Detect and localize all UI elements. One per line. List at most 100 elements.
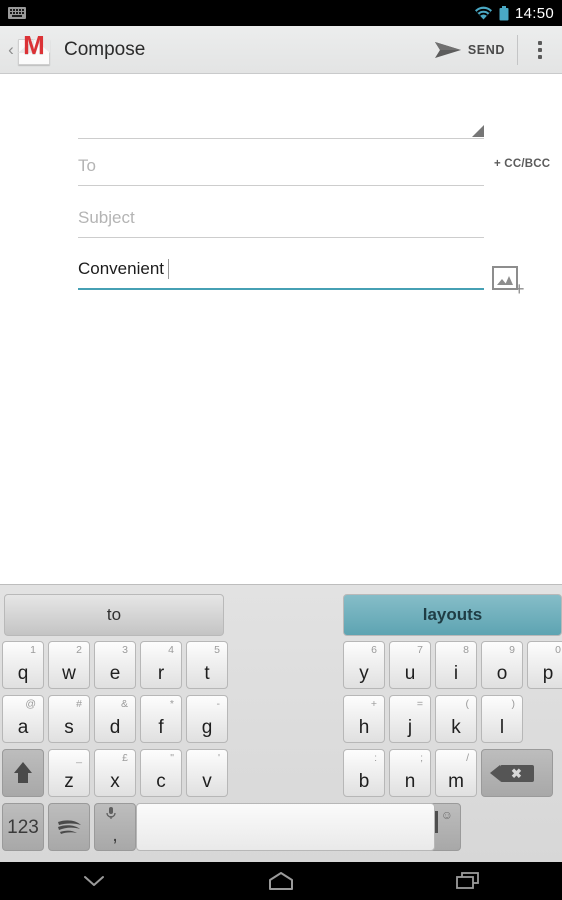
send-label: SEND	[467, 42, 505, 57]
key-label: i	[453, 663, 459, 684]
subject-input[interactable]: Subject	[78, 198, 484, 238]
key-o[interactable]: 9 o	[481, 641, 523, 689]
key-sup: /	[466, 752, 469, 764]
key-t[interactable]: 5 t	[186, 641, 228, 689]
overflow-dot	[538, 47, 542, 52]
key-j[interactable]: = j	[389, 695, 431, 743]
from-account-row[interactable]	[78, 111, 484, 139]
key-label: c	[156, 771, 166, 792]
key-s[interactable]: # s	[48, 695, 90, 743]
to-input[interactable]: To	[78, 146, 484, 186]
key-c[interactable]: " c	[140, 749, 182, 797]
key-sup: "	[170, 752, 174, 764]
status-bar-right: 14:50	[474, 5, 554, 22]
key-w[interactable]: 2 w	[48, 641, 90, 689]
key-label: d	[109, 717, 121, 738]
on-screen-keyboard: to 1 q 2 w 3 e 4 r 5 t @ a # s & d * f -…	[0, 584, 562, 862]
to-field-row: To	[78, 146, 484, 186]
key-p[interactable]: 0 p	[527, 641, 562, 689]
key-d[interactable]: & d	[94, 695, 136, 743]
key-z[interactable]: _ z	[48, 749, 90, 797]
key-label: s	[64, 717, 74, 738]
key-label: u	[404, 663, 416, 684]
send-button[interactable]: SEND	[423, 26, 517, 73]
comma-key[interactable]: ,	[94, 803, 136, 851]
body-input[interactable]: Convenient	[78, 250, 484, 290]
key-label: y	[359, 663, 369, 684]
key-sup: &	[120, 698, 128, 710]
key-m[interactable]: / m	[435, 749, 477, 797]
keyboard-row-asdfg: @ a # s & d * f - g	[2, 695, 228, 743]
key-sup: *	[169, 698, 174, 710]
key-h[interactable]: + h	[343, 695, 385, 743]
gmail-envelope-icon[interactable]: M	[16, 29, 52, 67]
key-sup: =	[416, 698, 423, 710]
overflow-dot	[538, 54, 542, 59]
key-e[interactable]: 3 e	[94, 641, 136, 689]
key-sup: ;	[420, 752, 423, 764]
recents-icon[interactable]	[433, 862, 503, 900]
key-label: p	[542, 663, 554, 684]
keyboard-row-bottom-left: 123 ,	[2, 803, 136, 851]
overflow-menu-icon[interactable]	[518, 26, 562, 73]
backspace-key[interactable]: ✖	[481, 749, 553, 797]
key-label: ,	[112, 825, 118, 846]
suggestion-right[interactable]: layouts	[343, 594, 562, 636]
key-n[interactable]: ; n	[389, 749, 431, 797]
key-label: t	[204, 663, 210, 684]
navigation-bar	[0, 862, 562, 900]
key-label: q	[17, 663, 29, 684]
swiftkey-flow-icon[interactable]	[48, 803, 90, 851]
key-sup: £	[122, 752, 128, 764]
key-l[interactable]: ) l	[481, 695, 523, 743]
key-k[interactable]: ( k	[435, 695, 477, 743]
home-icon[interactable]	[246, 862, 316, 900]
backspace-tip	[490, 764, 500, 781]
resize-handle-icon[interactable]	[472, 125, 484, 137]
key-q[interactable]: 1 q	[2, 641, 44, 689]
key-f[interactable]: * f	[140, 695, 182, 743]
backspace-icon: ✖	[490, 764, 534, 782]
key-b[interactable]: : b	[343, 749, 385, 797]
emoji-smiley-icon: ☺	[440, 808, 453, 822]
hide-keyboard-icon[interactable]	[59, 862, 129, 900]
space-key[interactable]	[136, 803, 435, 851]
key-v[interactable]: ' v	[186, 749, 228, 797]
backspace-x: ✖	[511, 765, 522, 781]
key-label: o	[496, 663, 508, 684]
key-label: w	[62, 663, 76, 684]
key-u[interactable]: 7 u	[389, 641, 431, 689]
suggestion-left[interactable]: to	[4, 594, 224, 636]
keyboard-row-qwert: 1 q 2 w 3 e 4 r 5 t	[2, 641, 228, 689]
key-sup: -	[216, 698, 221, 710]
key-sup: '	[217, 752, 220, 764]
overflow-dot	[538, 40, 542, 45]
gmail-m-letter: M	[23, 29, 45, 60]
key-label: h	[358, 717, 370, 738]
key-sup: @	[25, 698, 36, 710]
key-sup: _	[76, 752, 82, 764]
key-sup: 5	[214, 644, 220, 656]
send-paper-plane-icon	[434, 41, 461, 58]
shift-key[interactable]	[2, 749, 44, 797]
key-g[interactable]: - g	[186, 695, 228, 743]
key-sup: 6	[371, 644, 377, 656]
keyboard-row-hjkl: + h = j ( k ) l	[343, 695, 523, 743]
key-i[interactable]: 8 i	[435, 641, 477, 689]
key-a[interactable]: @ a	[2, 695, 44, 743]
attach-mountain-large	[505, 276, 513, 285]
key-sup: 2	[76, 644, 82, 656]
numbers-key[interactable]: 123	[2, 803, 44, 851]
status-bar-left	[8, 7, 26, 19]
microphone-icon	[106, 807, 116, 819]
attach-image-icon[interactable]: +	[492, 266, 526, 300]
key-x[interactable]: £ x	[94, 749, 136, 797]
key-r[interactable]: 4 r	[140, 641, 182, 689]
keyboard-icon	[8, 7, 26, 19]
key-sup: #	[76, 698, 82, 710]
key-label: m	[448, 771, 464, 792]
cc-bcc-button[interactable]: + CC/BCC	[494, 158, 550, 170]
body-field-row: Convenient	[78, 250, 484, 290]
key-y[interactable]: 6 y	[343, 641, 385, 689]
shift-icon	[13, 760, 33, 786]
